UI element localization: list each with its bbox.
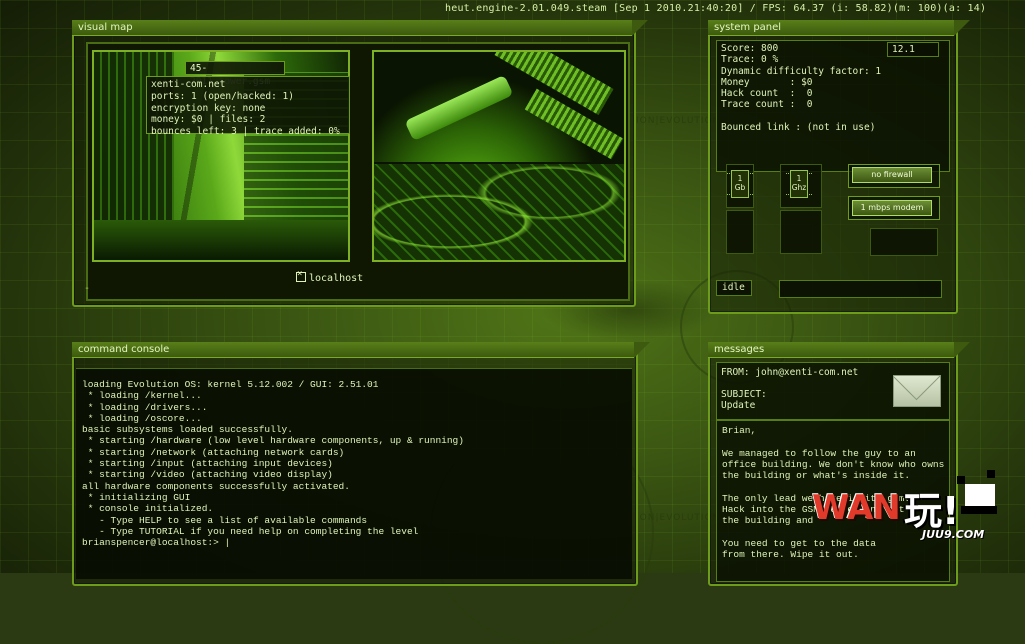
system-stat-line: Money : $0 [721, 76, 813, 88]
firewall-chip[interactable]: no firewall [852, 167, 932, 183]
tooltip-title: 45-2011.tower.gsm [185, 61, 285, 87]
console-line: - Type TUTORIAL if you need help on comp… [82, 525, 419, 537]
system-stat-line [721, 111, 881, 122]
message-from: FROM: john@xenti-com.net [721, 367, 859, 378]
system-stat-line: Hack count : 0 [721, 88, 813, 100]
system-stats: Score: 800 Trace: 0 % Dynamic difficulty f… [716, 40, 950, 172]
version-label: 12.1 [887, 42, 939, 57]
system-stat-line: Score: 800 [721, 43, 779, 54]
messages-title: messages [708, 342, 970, 358]
command-console-panel: command console loading Evolution OS: ke… [72, 342, 650, 586]
console-text[interactable]: loading Evolution OS: kernel 5.12.002 / … [82, 379, 464, 548]
tooltip-ports: ports: 1 (open/hacked: 1) [151, 90, 294, 102]
system-stats-text: Score: 800 Trace: 0 % Dynamic difficulty f… [721, 43, 881, 133]
console-line: brianspencer@localhost:> | [82, 537, 231, 549]
tooltip-money: money: $0 | files: 2 [151, 114, 266, 126]
message-line: Brian, [722, 425, 757, 436]
message-subject: SUBJECT: Update [721, 389, 767, 412]
localhost-node[interactable]: localhost [296, 269, 364, 284]
modem-chip[interactable]: 1 mbps modem [852, 200, 932, 216]
visual-map-panel: visual map [72, 20, 648, 307]
tooltip-encryption: encryption key: none [151, 102, 266, 114]
tooltip-host: xenti-com.net [151, 79, 226, 90]
hw-slot-empty-3 [870, 228, 938, 256]
console-line: * starting /video (attaching video displ… [82, 469, 333, 481]
status-label: idle [716, 280, 752, 296]
hw-slot-empty-1 [726, 210, 754, 254]
logo-url: JUU9.COM [922, 528, 985, 541]
ram-chip[interactable]: 1 Gb [727, 170, 753, 198]
console-line: * loading /drivers... [82, 401, 208, 413]
message-line [722, 436, 944, 447]
console-line: loading Evolution OS: kernel 5.12.002 / … [82, 379, 379, 390]
console-line: * loading /kernel... [82, 390, 202, 402]
console-line: * starting /network (attaching network c… [82, 446, 345, 458]
console-line: all hardware components successfully act… [82, 480, 350, 492]
satellite-image[interactable] [372, 50, 626, 262]
localhost-label: localhost [309, 273, 364, 284]
console-line: * initializing GUI [82, 491, 191, 503]
system-stat-line: Dynamic difficulty factor: 1 [721, 65, 882, 77]
logo-wan: WAN [812, 488, 901, 528]
map-status: - [84, 283, 91, 294]
console-line: basic subsystems loaded successfully. [82, 424, 293, 436]
console-output[interactable]: loading Evolution OS: kernel 5.12.002 / … [76, 368, 632, 579]
console-line: * loading /oscore... [82, 412, 202, 424]
message-line: office building. We don't know who owns [722, 458, 945, 470]
message-line: from there. Wipe it out. [722, 549, 859, 561]
system-stat-line: Trace count : 0 [721, 99, 813, 111]
command-console-title: command console [72, 342, 650, 358]
pixel-mascot-icon [957, 470, 1002, 525]
site-watermark-logo: WAN 玩! JUU9.COM [812, 470, 1002, 550]
system-panel-title: system panel [708, 20, 970, 36]
console-line: * console initialized. [82, 503, 214, 515]
system-stat-line: Bounced link : (not in use) [721, 122, 876, 134]
tooltip-bounces: bounces left: 3 | trace added: 0% [151, 126, 340, 138]
cpu-chip[interactable]: 1 Ghz [786, 170, 812, 198]
envelope-icon[interactable] [893, 375, 941, 407]
console-line: * starting /input (attaching input devic… [82, 458, 333, 470]
console-line: - Type HELP to see a list of available c… [82, 514, 368, 526]
hw-slot-empty-2 [780, 210, 822, 254]
visual-map-title: visual map [72, 20, 648, 36]
host-info-tooltip: xenti-com.net ports: 1 (open/hacked: 1) … [146, 76, 350, 137]
console-line: * starting /hardware (low level hardware… [82, 435, 464, 447]
system-stat-line: Trace: 0 % [721, 54, 779, 66]
message-line: We managed to follow the guy to an [722, 447, 916, 459]
node-checkbox-icon[interactable] [296, 269, 306, 282]
message-subject-label: SUBJECT: [721, 389, 767, 400]
message-header[interactable]: FROM: john@xenti-com.net SUBJECT: Update [716, 362, 950, 420]
message-subject-text: Update [721, 400, 756, 412]
engine-info: heut.engine-2.01.049.steam [Sep 1 2010.2… [445, 3, 987, 14]
status-progress-bar [779, 280, 942, 298]
logo-cn: 玩! [904, 489, 960, 533]
